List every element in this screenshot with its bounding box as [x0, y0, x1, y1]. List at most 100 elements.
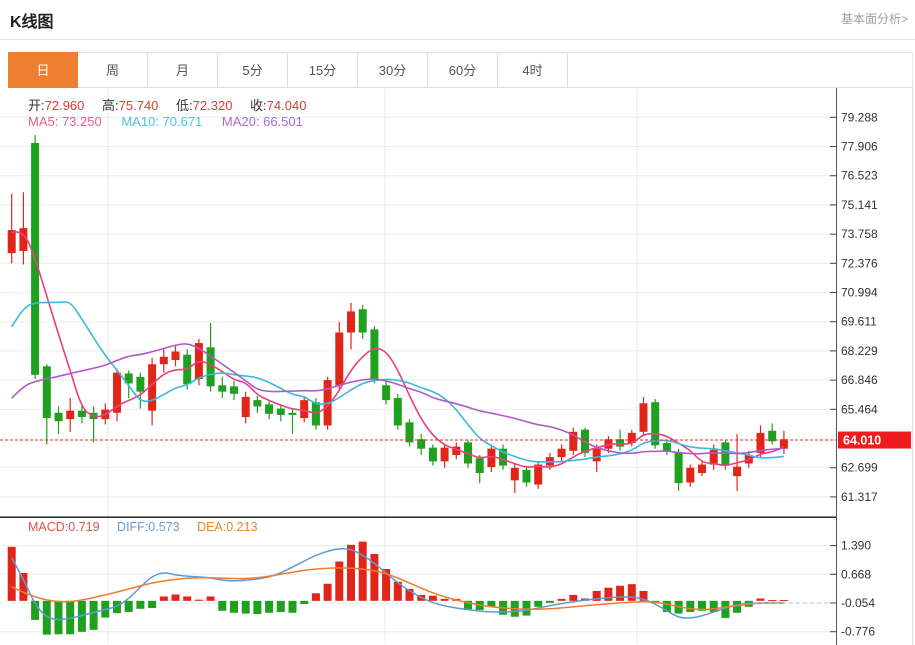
- gridlines: [0, 88, 913, 645]
- macd-bar: [780, 600, 788, 601]
- candle: [242, 397, 250, 417]
- candle: [312, 402, 320, 425]
- tab-60min[interactable]: 60分: [428, 52, 498, 88]
- macd-bar: [55, 601, 63, 634]
- candle: [511, 468, 519, 480]
- candle: [218, 385, 226, 391]
- axis-tick-label: -0.054: [841, 596, 875, 610]
- candle: [534, 465, 542, 485]
- candle: [172, 352, 180, 360]
- macd-bar: [195, 600, 203, 601]
- macd-bar: [300, 601, 308, 604]
- macd-bar: [347, 545, 355, 601]
- candle: [686, 468, 694, 483]
- macd-bar: [160, 596, 168, 600]
- macd-bar: [441, 599, 449, 601]
- candle: [55, 413, 63, 421]
- interval-tab-bar: 日 周 月 5分 15分 30分 60分 4时: [8, 52, 913, 88]
- macd-bar: [324, 584, 332, 601]
- price-axis-labels: 79.288 77.906 76.523 75.141 73.758 72.376 70.9…: [830, 110, 878, 638]
- macd-bar: [616, 586, 624, 601]
- candle: [394, 398, 402, 425]
- candle: [43, 366, 51, 418]
- candle: [558, 449, 566, 457]
- macd-bar: [686, 601, 694, 612]
- macd-bar: [242, 601, 250, 614]
- candle: [406, 422, 414, 442]
- macd-bar: [359, 542, 367, 601]
- candle: [66, 411, 74, 419]
- kline-page: { "header": { "title": "K线图", "analysis_…: [0, 0, 915, 645]
- macd-histogram: [8, 542, 788, 635]
- tab-month[interactable]: 月: [148, 52, 218, 88]
- candle: [640, 403, 648, 432]
- candle: [476, 458, 484, 473]
- candle: [8, 230, 16, 253]
- fundamental-analysis-link[interactable]: 基本面分析>: [841, 10, 908, 27]
- macd-bar: [569, 595, 577, 601]
- macd-bar: [768, 600, 776, 601]
- candle: [417, 439, 425, 449]
- macd-bar: [546, 601, 554, 603]
- candle: [593, 449, 601, 462]
- candle: [382, 385, 390, 400]
- candle: [347, 311, 355, 332]
- tab-bar-filler: [568, 52, 913, 88]
- macd-bar: [429, 596, 437, 601]
- macd-bar: [172, 594, 180, 600]
- tab-15min[interactable]: 15分: [288, 52, 358, 88]
- axis-tick-label: 62.699: [841, 461, 878, 475]
- macd-bar: [207, 596, 215, 600]
- axis-tick-label: 75.141: [841, 198, 878, 212]
- axis-tick-label: 65.464: [841, 402, 878, 416]
- macd-bar: [265, 601, 273, 613]
- current-price-badge: 64.010: [838, 432, 911, 449]
- macd-bar: [604, 588, 612, 601]
- axis-tick-label: 68.229: [841, 344, 878, 358]
- axis-tick-label: -0.776: [841, 625, 875, 639]
- tab-30min[interactable]: 30分: [358, 52, 428, 88]
- axis-tick-label: 79.288: [841, 110, 878, 124]
- candle: [698, 465, 706, 473]
- candle: [230, 386, 238, 393]
- macd-bar: [534, 601, 542, 607]
- macd-bar: [148, 601, 156, 608]
- axis-tick-label: 0.668: [841, 567, 871, 581]
- candle: [289, 413, 297, 415]
- macd-bar: [230, 601, 238, 613]
- kline-chart-canvas[interactable]: 79.288 77.906 76.523 75.141 73.758 72.376 70.9…: [0, 88, 915, 645]
- candle: [265, 404, 273, 414]
- macd-bar: [183, 596, 191, 600]
- axis-tick-label: 66.846: [841, 373, 878, 387]
- candle: [429, 448, 437, 462]
- candle: [136, 377, 144, 392]
- axis-tick-label: 77.906: [841, 139, 878, 153]
- macd-bar: [253, 601, 261, 614]
- macd-bar: [558, 599, 566, 601]
- svg-text:64.010: 64.010: [843, 434, 881, 448]
- axis-tick-label: 73.758: [841, 227, 878, 241]
- macd-bar: [136, 601, 144, 609]
- candle: [487, 449, 495, 467]
- axis-tick-label: 70.994: [841, 286, 878, 300]
- tab-week[interactable]: 周: [78, 52, 148, 88]
- candle: [733, 467, 741, 477]
- macd-bar: [757, 598, 765, 600]
- page-header: K线图 基本面分析>: [0, 0, 915, 40]
- candle: [359, 309, 367, 332]
- macd-bar: [628, 584, 636, 601]
- axis-tick-label: 76.523: [841, 169, 878, 183]
- macd-bar: [8, 547, 16, 601]
- candle: [370, 329, 378, 379]
- tab-4hour[interactable]: 4时: [498, 52, 568, 88]
- candle: [160, 357, 168, 364]
- tab-day[interactable]: 日: [8, 52, 78, 88]
- axis-tick-label: 72.376: [841, 256, 878, 270]
- candle: [277, 409, 285, 415]
- candle: [78, 411, 86, 417]
- candle: [523, 470, 531, 483]
- tab-5min[interactable]: 5分: [218, 52, 288, 88]
- macd-bar: [523, 601, 531, 616]
- macd-bar: [90, 601, 98, 630]
- macd-bar: [218, 601, 226, 611]
